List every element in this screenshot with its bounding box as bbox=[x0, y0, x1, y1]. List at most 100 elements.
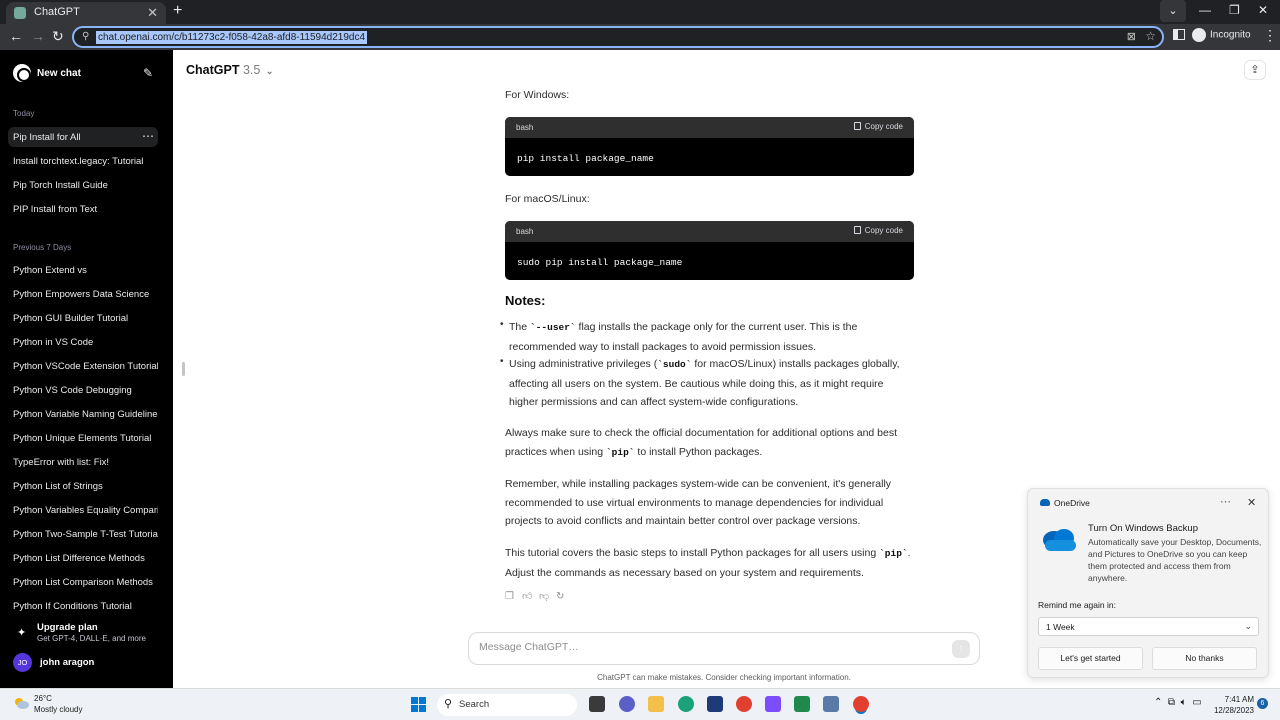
message-input[interactable] bbox=[479, 641, 919, 653]
address-bar[interactable]: ⚲ chat.openai.com/c/b11273c2-f058-42a8-a… bbox=[72, 26, 1164, 48]
sidebar-item[interactable]: Python Empowers Data Science bbox=[8, 284, 158, 304]
copy-code-button[interactable]: Copy code bbox=[853, 226, 903, 235]
lets-get-started-button[interactable]: Let's get started bbox=[1038, 647, 1143, 670]
chrome-active-icon[interactable] bbox=[853, 696, 869, 712]
clipboard-icon bbox=[853, 226, 861, 234]
partly-cloudy-icon bbox=[15, 698, 29, 709]
sidebar-item-label: Python List Comparison Methods bbox=[13, 577, 153, 588]
sidebar-item-label: Python Variables Equality Comparison bbox=[13, 505, 158, 516]
sidebar-item[interactable]: Install torchtext.legacy: Tutorial bbox=[8, 151, 158, 171]
sidebar-item[interactable]: Python VSCode Extension Tutorial bbox=[8, 356, 158, 376]
send-button[interactable]: ↑ bbox=[952, 640, 970, 658]
app-icon[interactable] bbox=[765, 696, 781, 712]
note-1: The `--user` flag installs the package o… bbox=[509, 318, 909, 356]
sidebar-item[interactable]: Python Extend vs bbox=[8, 260, 158, 280]
copy-icon[interactable]: ❐ bbox=[505, 591, 517, 602]
app-icon[interactable] bbox=[823, 696, 839, 712]
notes-heading: Notes: bbox=[505, 293, 546, 308]
inline-code: `--user` bbox=[530, 322, 576, 333]
forward-icon[interactable]: → bbox=[31, 28, 45, 44]
reload-icon[interactable]: ↻ bbox=[52, 28, 64, 45]
close-icon[interactable]: ✕ bbox=[1247, 496, 1256, 509]
sidebar-item[interactable]: Python in VS Code bbox=[8, 332, 158, 352]
side-panel-icon[interactable] bbox=[1173, 29, 1185, 40]
thumbs-down-icon[interactable]: 👎︎ bbox=[539, 590, 551, 602]
incognito-indicator[interactable]: Incognito bbox=[1192, 28, 1251, 42]
avatar: JO bbox=[13, 653, 32, 672]
sidebar-item[interactable]: Python List Comparison Methods bbox=[8, 572, 158, 592]
browser-menu-icon[interactable]: ⋮ bbox=[1263, 27, 1277, 44]
sidebar-item[interactable]: Python Variables Equality Comparison bbox=[8, 500, 158, 520]
new-chat-button[interactable]: New chat bbox=[37, 68, 81, 79]
browser-tab-strip: ChatGPT ✕ + ⌄ — ❐ ✕ bbox=[0, 0, 1280, 24]
back-icon[interactable]: ← bbox=[9, 28, 23, 44]
paragraph-summary: This tutorial covers the basic steps to … bbox=[505, 544, 915, 582]
bookmark-star-icon[interactable]: ☆ bbox=[1145, 29, 1156, 43]
temperature: 26°C bbox=[34, 694, 52, 703]
share-button[interactable]: ⇪ bbox=[1244, 60, 1266, 80]
copy-code-label: Copy code bbox=[864, 226, 903, 235]
chrome-icon[interactable] bbox=[736, 696, 752, 712]
edge-icon[interactable] bbox=[678, 696, 694, 712]
onedrive-notification: OneDrive ⋯ ✕ Turn On Windows Backup Auto… bbox=[1027, 488, 1269, 678]
remind-select[interactable]: 1 Week ⌄ bbox=[1038, 617, 1259, 636]
code-language: bash bbox=[516, 123, 534, 132]
system-tray[interactable]: ⌃ ⧉ 🔈︎ ▭ bbox=[1154, 697, 1202, 708]
notification-heading: Turn On Windows Backup bbox=[1088, 523, 1198, 534]
sidebar-item-label: Python VS Code Debugging bbox=[13, 385, 132, 396]
more-options-icon[interactable]: ⋯ bbox=[142, 129, 154, 143]
regenerate-icon[interactable]: ↻ bbox=[556, 591, 568, 602]
sidebar-item[interactable]: Pip Install for All ⋯ bbox=[8, 127, 158, 147]
excel-icon[interactable] bbox=[794, 696, 810, 712]
clock[interactable]: 7:41 AM 12/28/2023 bbox=[1208, 694, 1254, 716]
sidebar-item[interactable]: TypeError with list: Fix! bbox=[8, 452, 158, 472]
sidebar-item[interactable]: Python Two-Sample T-Test Tutorial bbox=[8, 524, 158, 544]
notification-badge[interactable]: 6 bbox=[1257, 698, 1268, 709]
sidebar-item-label: Python Empowers Data Science bbox=[13, 289, 150, 300]
sidebar-item-label: Python If Conditions Tutorial bbox=[13, 601, 132, 612]
minimize-icon[interactable]: — bbox=[1199, 3, 1211, 17]
tab-search-icon[interactable]: ⌄ bbox=[1160, 0, 1186, 22]
sidebar-item[interactable]: Python List of Strings bbox=[8, 476, 158, 496]
sidebar-item[interactable]: Python If Conditions Tutorial bbox=[8, 596, 158, 616]
sidebar-item-label: Python Variable Naming Guidelines bbox=[13, 409, 158, 420]
new-tab-icon[interactable]: + bbox=[173, 2, 182, 20]
sparkle-icon: ✦ bbox=[17, 627, 27, 639]
sidebar-item[interactable]: Python Variable Naming Guidelines bbox=[8, 404, 158, 424]
openai-logo-icon[interactable] bbox=[13, 64, 31, 82]
taskbar-search-label: Search bbox=[459, 699, 490, 710]
copy-code-button[interactable]: Copy code bbox=[853, 122, 903, 131]
restore-icon[interactable]: ❐ bbox=[1229, 3, 1240, 17]
sidebar-item[interactable]: Pip Torch Install Guide bbox=[8, 175, 158, 195]
sidebar-item[interactable]: PIP Install from Text bbox=[8, 199, 158, 219]
sidebar-item[interactable]: Python List Difference Methods bbox=[8, 548, 158, 568]
eye-blocked-icon[interactable]: ⊠ bbox=[1127, 30, 1136, 43]
close-tab-icon[interactable]: ✕ bbox=[147, 5, 158, 21]
sidebar-item-label: Python Unique Elements Tutorial bbox=[13, 433, 152, 444]
thumbs-up-icon[interactable]: 👍︎ bbox=[522, 590, 534, 602]
task-view-icon[interactable] bbox=[589, 696, 605, 712]
address-url[interactable]: chat.openai.com/c/b11273c2-f058-42a8-afd… bbox=[96, 31, 368, 44]
edit-icon[interactable]: ✎ bbox=[143, 66, 153, 80]
clock-time: 7:41 AM bbox=[1224, 695, 1254, 704]
site-info-icon[interactable]: ⚲ bbox=[82, 31, 89, 42]
user-name: john aragon bbox=[40, 657, 95, 668]
sidebar-item[interactable]: Python Unique Elements Tutorial bbox=[8, 428, 158, 448]
taskbar-search[interactable]: ⚲ Search bbox=[437, 694, 577, 716]
windows-start-icon[interactable] bbox=[411, 697, 427, 713]
remind-label: Remind me again in: bbox=[1038, 600, 1116, 610]
chat-app-icon[interactable] bbox=[619, 696, 635, 712]
note-2-text-a: Using administrative privileges ( bbox=[509, 358, 658, 370]
para-3-text-a: This tutorial covers the basic steps to … bbox=[505, 547, 880, 559]
more-options-icon[interactable]: ⋯ bbox=[1220, 495, 1231, 508]
sidebar-item[interactable]: Python VS Code Debugging bbox=[8, 380, 158, 400]
no-thanks-button[interactable]: No thanks bbox=[1152, 647, 1257, 670]
model-selector[interactable]: ChatGPT 3.5 ⌄ bbox=[186, 63, 273, 77]
store-icon[interactable] bbox=[707, 696, 723, 712]
sidebar-collapse-handle[interactable] bbox=[182, 362, 185, 376]
copy-code-label: Copy code bbox=[864, 122, 903, 131]
file-explorer-icon[interactable] bbox=[648, 696, 664, 712]
close-window-icon[interactable]: ✕ bbox=[1258, 3, 1268, 17]
browser-tab[interactable]: ChatGPT ✕ bbox=[6, 2, 166, 24]
sidebar-item[interactable]: Python GUI Builder Tutorial bbox=[8, 308, 158, 328]
